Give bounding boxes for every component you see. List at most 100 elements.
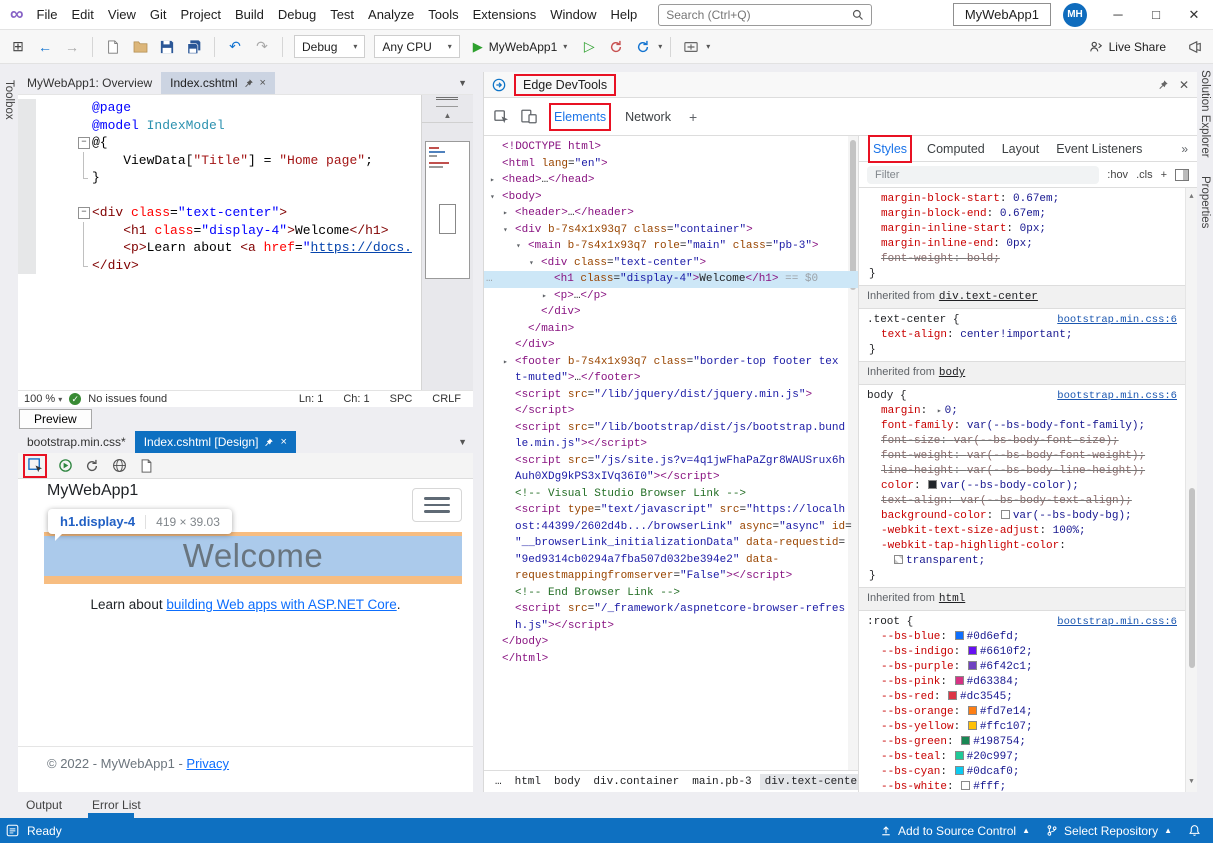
- color-swatch[interactable]: [928, 480, 937, 489]
- background-tasks-icon[interactable]: [6, 824, 19, 837]
- expand-arrow-icon[interactable]: ▾: [503, 223, 508, 240]
- color-swatch[interactable]: [968, 646, 977, 655]
- expand-arrow-icon[interactable]: ▾: [516, 239, 521, 256]
- css-declaration[interactable]: background-color: var(--bs-body-bg);: [867, 509, 1177, 524]
- css-declaration[interactable]: transparent;: [867, 554, 1177, 569]
- stylesheet-link[interactable]: bootstrap.min.css:6: [1057, 389, 1177, 404]
- node-link[interactable]: html: [939, 593, 965, 605]
- live-preview-icon[interactable]: [56, 457, 74, 475]
- close-button[interactable]: ✕: [1175, 0, 1213, 29]
- color-swatch[interactable]: [955, 766, 964, 775]
- css-declaration[interactable]: text-align: var(--bs-body-text-align);: [867, 494, 1177, 509]
- css-declaration[interactable]: line-height: var(--bs-body-line-height);: [867, 464, 1177, 479]
- search-box[interactable]: Search (Ctrl+Q): [658, 4, 872, 26]
- dom-node[interactable]: h.js"></script>: [484, 618, 858, 635]
- preview-button[interactable]: Preview: [19, 409, 92, 429]
- dom-node[interactable]: ▸<header>…</header>: [484, 205, 858, 222]
- tab-list-chevron-icon[interactable]: ▼: [452, 72, 473, 94]
- toggle-sidebar-icon[interactable]: [1175, 169, 1189, 181]
- globe-icon[interactable]: [110, 457, 128, 475]
- color-swatch[interactable]: [894, 555, 903, 564]
- line-ending-indicator[interactable]: CRLF: [432, 393, 461, 405]
- tab-layout[interactable]: Layout: [1000, 138, 1042, 160]
- rule-selector[interactable]: .text-center {: [867, 313, 959, 328]
- properties-tab[interactable]: Properties: [1199, 176, 1211, 228]
- privacy-link[interactable]: Privacy: [186, 756, 229, 771]
- editor-tab[interactable]: Index.cshtml×: [161, 72, 275, 94]
- refresh-page-icon[interactable]: [492, 78, 506, 92]
- expand-arrow-icon[interactable]: ▾: [490, 190, 495, 207]
- navigate-back-icon[interactable]: ←: [33, 35, 57, 59]
- solution-name-button[interactable]: MyWebApp1: [953, 3, 1051, 26]
- dom-node[interactable]: Auh0XDg9kPS3xIVq36I0"></script>: [484, 469, 858, 486]
- design-tab[interactable]: bootstrap.min.css*: [18, 431, 135, 453]
- stylesheet-link[interactable]: bootstrap.min.css:6: [1057, 313, 1177, 328]
- dom-node[interactable]: le.min.js"></script>: [484, 436, 858, 453]
- tab-computed[interactable]: Computed: [925, 138, 987, 160]
- breadcrumb-item[interactable]: main.pb-3: [687, 774, 756, 790]
- new-style-rule-icon[interactable]: +: [1161, 169, 1167, 181]
- zoom-select[interactable]: 100 % ▾: [24, 393, 62, 405]
- dom-node[interactable]: <script src="/_framework/aspnetcore-brow…: [484, 601, 858, 618]
- breadcrumb-item[interactable]: body: [549, 774, 585, 790]
- dom-node[interactable]: ▾<div class="text-center">: [484, 255, 858, 272]
- dom-node[interactable]: <script src="/lib/jquery/dist/jquery.min…: [484, 387, 858, 404]
- expand-arrow-icon[interactable]: ▸: [503, 206, 508, 223]
- save-icon[interactable]: [155, 35, 179, 59]
- solution-explorer-tab[interactable]: Solution Explorer: [1199, 70, 1211, 158]
- dom-node[interactable]: <script src="/lib/bootstrap/dist/js/boot…: [484, 420, 858, 437]
- expand-arrow-icon[interactable]: ▾: [529, 256, 534, 273]
- navbar-toggler[interactable]: [412, 488, 462, 522]
- add-item-icon[interactable]: ⊞: [6, 35, 30, 59]
- live-share-button[interactable]: Live Share: [1089, 40, 1166, 54]
- menu-tools[interactable]: Tools: [421, 2, 465, 27]
- menu-git[interactable]: Git: [143, 2, 174, 27]
- dom-node[interactable]: </body>: [484, 634, 858, 651]
- output-tab[interactable]: Output: [26, 798, 62, 812]
- tab-network[interactable]: Network: [623, 106, 673, 128]
- css-declaration[interactable]: --bs-yellow: #ffc107;: [867, 720, 1177, 735]
- color-swatch[interactable]: [968, 721, 977, 730]
- menu-view[interactable]: View: [101, 2, 143, 27]
- device-emulation-icon[interactable]: [521, 109, 537, 124]
- refresh-icon[interactable]: [631, 35, 655, 59]
- expand-arrow-icon[interactable]: ▸: [542, 289, 547, 306]
- tab-list-chevron-icon[interactable]: ▼: [452, 431, 473, 453]
- close-icon[interactable]: ×: [260, 77, 266, 89]
- docs-link[interactable]: building Web apps with ASP.NET Core: [166, 597, 396, 612]
- menu-analyze[interactable]: Analyze: [361, 2, 421, 27]
- breadcrumb-item[interactable]: html: [510, 774, 546, 790]
- dom-node[interactable]: </div>: [484, 304, 858, 321]
- close-icon[interactable]: ×: [280, 436, 286, 448]
- breadcrumb-item[interactable]: …: [490, 774, 507, 790]
- menu-window[interactable]: Window: [543, 2, 603, 27]
- code-area[interactable]: @page@model IndexModel@{ ViewData["Title…: [18, 95, 421, 390]
- css-declaration[interactable]: font-family: var(--bs-body-font-family);: [867, 419, 1177, 434]
- navbar-brand[interactable]: MyWebApp1: [47, 482, 138, 500]
- stylesheet-link[interactable]: bootstrap.min.css:6: [1057, 615, 1177, 630]
- fold-collapse-icon[interactable]: [76, 204, 92, 222]
- scroll-up-icon[interactable]: ▲: [1186, 190, 1197, 205]
- maximize-button[interactable]: □: [1137, 0, 1175, 29]
- styles-scrollbar[interactable]: ▲ ▼: [1185, 188, 1197, 792]
- menu-debug[interactable]: Debug: [271, 2, 323, 27]
- dom-node[interactable]: requestmappingfromserver="False"></scrip…: [484, 568, 858, 585]
- color-swatch[interactable]: [948, 691, 957, 700]
- css-declaration[interactable]: --bs-indigo: #6610f2;: [867, 645, 1177, 660]
- filter-input[interactable]: Filter: [867, 166, 1099, 184]
- inspect-element-icon[interactable]: [26, 457, 44, 475]
- tab-styles[interactable]: Styles: [871, 138, 909, 160]
- css-declaration[interactable]: --bs-red: #dc3545;: [867, 690, 1177, 705]
- css-declaration[interactable]: --bs-orange: #fd7e14;: [867, 705, 1177, 720]
- menu-help[interactable]: Help: [603, 2, 644, 27]
- avatar[interactable]: MH: [1063, 3, 1087, 27]
- rule-selector[interactable]: body {: [867, 389, 907, 404]
- code-editor[interactable]: @page@model IndexModel@{ ViewData["Title…: [18, 94, 473, 390]
- css-declaration[interactable]: --bs-teal: #20c997;: [867, 750, 1177, 765]
- dom-tree[interactable]: <!DOCTYPE html><html lang="en">▸<head>…<…: [484, 136, 858, 770]
- minimize-button[interactable]: ─: [1099, 0, 1137, 29]
- editor-tab[interactable]: MyWebApp1: Overview: [18, 72, 161, 94]
- dom-node[interactable]: ▾<body>: [484, 189, 858, 206]
- css-declaration[interactable]: }: [867, 343, 1177, 358]
- platform-select[interactable]: Any CPU ▾: [374, 35, 459, 58]
